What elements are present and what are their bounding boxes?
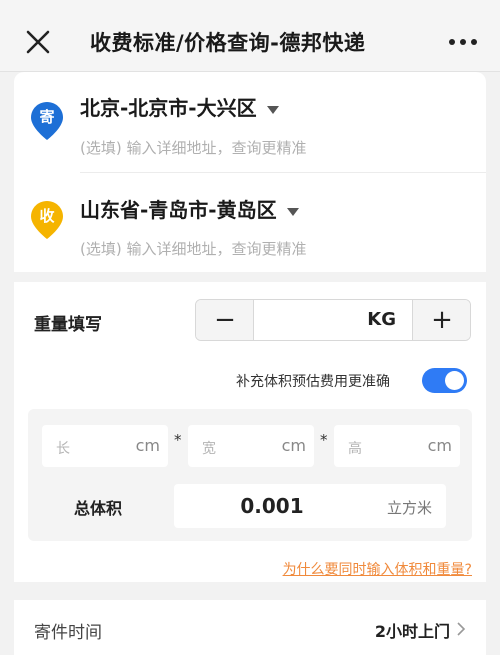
height-input[interactable]: 高 cm	[334, 425, 460, 467]
pickup-time-row[interactable]: 寄件时间 2小时上门	[14, 600, 486, 655]
receiver-address: 山东省-青岛市-黄岛区	[80, 198, 277, 222]
caret-down-icon	[286, 207, 299, 216]
toggle-knob	[445, 371, 464, 390]
page-title: 收费标准/价格查询-德邦快递	[90, 31, 366, 55]
volume-toggle[interactable]	[422, 368, 467, 393]
height-placeholder: 高	[348, 441, 362, 457]
chevron-right-icon	[457, 622, 466, 636]
pickup-time-label: 寄件时间	[34, 623, 102, 643]
total-volume-value: 0.001	[240, 494, 304, 518]
close-icon[interactable]	[22, 26, 54, 58]
sender-pin-icon: 寄	[30, 101, 64, 141]
length-placeholder: 长	[56, 441, 70, 457]
weight-plus-button[interactable]: +	[412, 300, 470, 340]
width-unit: cm	[281, 436, 306, 455]
multiply-sign: *	[320, 431, 328, 449]
receiver-pin-icon: 收	[30, 200, 64, 240]
address-card: 寄 北京-北京市-大兴区 (选填) 输入详细地址，查询更精准 收 山东省-青岛市…	[14, 72, 486, 272]
receiver-detail-input[interactable]: (选填) 输入详细地址，查询更精准	[80, 238, 306, 259]
plus-icon: +	[431, 305, 453, 335]
width-placeholder: 宽	[202, 441, 216, 457]
pickup-time-value: 2小时上门	[374, 622, 450, 641]
sender-badge: 寄	[39, 108, 55, 126]
length-unit: cm	[135, 436, 160, 455]
divider	[80, 172, 486, 173]
total-volume-unit: 立方米	[386, 499, 432, 517]
receiver-badge: 收	[39, 207, 55, 225]
weight-unit: KG	[367, 309, 396, 330]
length-input[interactable]: 长 cm	[42, 425, 168, 467]
why-volume-weight-link[interactable]: 为什么要同时输入体积和重量?	[283, 559, 472, 579]
weight-volume-card: 重量填写 − KG + 补充体积预估费用更准确 长 cm * 宽 cm * 高 …	[14, 282, 486, 582]
receiver-address-select[interactable]: 山东省-青岛市-黄岛区	[80, 194, 299, 223]
multiply-sign: *	[174, 431, 182, 449]
weight-stepper: − KG +	[195, 299, 471, 341]
height-unit: cm	[427, 436, 452, 455]
weight-label: 重量填写	[34, 315, 102, 335]
total-volume-label: 总体积	[74, 499, 123, 518]
sender-address: 北京-北京市-大兴区	[80, 96, 257, 120]
caret-down-icon	[266, 105, 279, 114]
width-input[interactable]: 宽 cm	[188, 425, 314, 467]
total-volume-field: 0.001 立方米	[174, 484, 446, 528]
top-bar: 收费标准/价格查询-德邦快递	[0, 0, 500, 72]
volume-panel: 长 cm * 宽 cm * 高 cm 总体积 0.001 立方米	[28, 409, 472, 541]
sender-address-select[interactable]: 北京-北京市-大兴区	[80, 92, 279, 121]
weight-minus-button[interactable]: −	[196, 300, 254, 340]
volume-toggle-label: 补充体积预估费用更准确	[236, 374, 390, 390]
more-icon[interactable]	[448, 36, 478, 48]
sender-detail-input[interactable]: (选填) 输入详细地址，查询更精准	[80, 137, 306, 158]
minus-icon: −	[214, 305, 236, 335]
